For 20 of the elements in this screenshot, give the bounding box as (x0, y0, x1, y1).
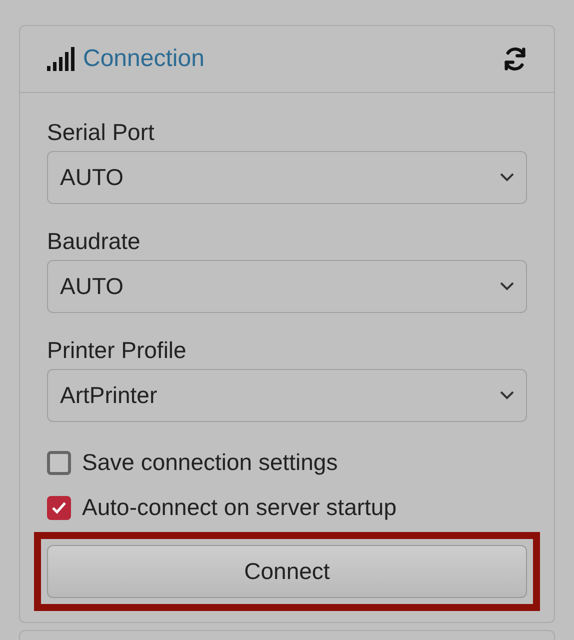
checkbox-label: Auto-connect on server startup (82, 493, 396, 522)
checkbox[interactable] (47, 450, 71, 474)
checkbox[interactable] (47, 496, 71, 520)
chevron-down-icon (500, 391, 514, 400)
chevron-down-icon (500, 282, 514, 291)
signal-icon (47, 46, 77, 72)
dropdown-value: AUTO (60, 163, 124, 192)
dropdown-field[interactable]: AUTO (47, 151, 527, 204)
connect-button[interactable]: Connect (47, 545, 527, 598)
dropdown-field[interactable]: ArtPrinter (47, 369, 527, 422)
checkmark-icon (51, 500, 67, 514)
field-label: Serial Port (47, 118, 156, 147)
dropdown-field[interactable]: AUTO (47, 260, 527, 313)
checkbox-label: Save connection settings (82, 448, 338, 478)
dropdown-value: AUTO (60, 272, 124, 302)
dropdown-value: ArtPrinter (60, 381, 158, 410)
field-label: Baudrate (47, 227, 142, 256)
field-label: Printer Profile (47, 336, 188, 365)
refresh-icon[interactable] (502, 46, 528, 72)
chevron-down-icon (500, 173, 514, 182)
